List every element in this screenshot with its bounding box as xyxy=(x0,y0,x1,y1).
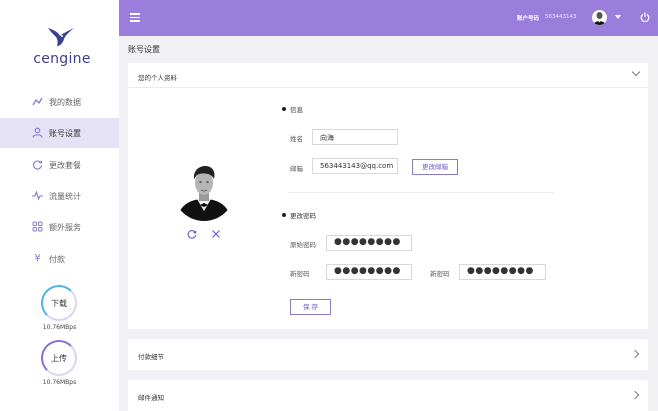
name-label: 姓名 xyxy=(290,135,303,143)
sidebar-item-label: 流量统计 xyxy=(49,192,81,201)
logo: cengine xyxy=(30,24,90,69)
payment-details-card[interactable]: 付款细节 xyxy=(128,339,648,370)
chart-line-icon xyxy=(32,96,43,107)
old-password-label: 原始密码 xyxy=(290,241,316,249)
info-section-title: 信息 xyxy=(290,106,303,114)
pulse-icon xyxy=(32,190,43,201)
email-label: 邮箱 xyxy=(290,165,303,173)
bullet-icon xyxy=(282,107,286,111)
sidebar: cengine 我的数据 账号设置 更改套餐 流量统计 额外服务 ¥ 付款 下载… xyxy=(0,0,119,411)
sidebar-item-label: 我的数据 xyxy=(49,98,81,107)
sidebar-item-label: 更改套餐 xyxy=(49,161,81,170)
grid-icon xyxy=(32,221,43,232)
name-field[interactable]: 向海 xyxy=(312,129,398,145)
page-title: 账号设置 xyxy=(128,45,160,54)
confirm-password-field[interactable]: ●●●●●●●● xyxy=(459,264,546,280)
old-password-field[interactable]: ●●●●●●●● xyxy=(326,235,412,251)
refresh-icon xyxy=(32,159,43,170)
sidebar-item-account-settings[interactable]: 账号设置 xyxy=(0,118,119,148)
sidebar-item-payment[interactable]: ¥ 付款 xyxy=(0,244,119,274)
change-email-button[interactable]: 更改邮箱 xyxy=(412,159,458,175)
mail-notification-card[interactable]: 邮件通知 xyxy=(128,380,648,411)
new-password-label: 新密码 xyxy=(290,270,310,278)
close-icon[interactable] xyxy=(211,229,221,239)
upload-speed: 10.76MBps xyxy=(42,379,77,386)
profile-photo xyxy=(173,159,235,221)
chevron-right-icon[interactable] xyxy=(630,390,640,400)
power-icon[interactable] xyxy=(640,12,650,23)
email-field[interactable]: 563443143@qq.com xyxy=(312,158,398,174)
profile-card-header[interactable]: 您的个人资料 xyxy=(128,63,648,87)
new-password-field[interactable]: ●●●●●●●● xyxy=(326,264,412,280)
avatar[interactable] xyxy=(592,10,607,25)
download-button[interactable]: 下载 xyxy=(41,285,77,321)
chevron-down-icon[interactable] xyxy=(631,67,641,77)
confirm-password-label: 新密码 xyxy=(430,270,450,278)
top-bar: 账户号码 563443143 xyxy=(119,0,658,36)
sidebar-item-label: 额外服务 xyxy=(49,223,81,232)
password-section-title: 更改密码 xyxy=(290,212,316,220)
logo-text: cengine xyxy=(33,51,91,67)
upload-label: 上传 xyxy=(51,354,67,363)
payment-details-title: 付款细节 xyxy=(138,353,164,361)
chevron-down-icon[interactable] xyxy=(615,15,621,19)
divider xyxy=(288,192,554,193)
profile-card-title: 您的个人资料 xyxy=(138,74,177,82)
account-number-value: 563443143 xyxy=(545,14,577,20)
hummingbird-icon xyxy=(48,28,74,46)
divider xyxy=(128,87,648,88)
download-label: 下载 xyxy=(51,299,67,308)
user-icon xyxy=(32,127,43,138)
hamburger-menu-icon[interactable] xyxy=(130,13,140,22)
refresh-icon[interactable] xyxy=(187,229,197,239)
chevron-right-icon[interactable] xyxy=(630,349,640,359)
upload-button[interactable]: 上传 xyxy=(41,340,77,376)
sidebar-item-traffic-stats[interactable]: 流量统计 xyxy=(0,181,119,211)
bullet-icon xyxy=(282,213,286,217)
account-number-label: 账户号码 xyxy=(517,16,540,22)
sidebar-item-extra-services[interactable]: 额外服务 xyxy=(0,212,119,242)
sidebar-item-label: 付款 xyxy=(49,255,65,264)
profile-card: 您的个人资料 信息 姓名 向海 邮箱 563443143@qq.com 更改邮箱… xyxy=(128,63,648,329)
yen-icon: ¥ xyxy=(34,253,41,264)
mail-notification-title: 邮件通知 xyxy=(138,394,164,402)
save-button[interactable]: 保 存 xyxy=(290,299,331,315)
sidebar-item-change-plan[interactable]: 更改套餐 xyxy=(0,150,119,180)
download-speed: 10.76MBps xyxy=(42,324,77,331)
sidebar-item-my-data[interactable]: 我的数据 xyxy=(0,87,119,117)
sidebar-item-label: 账号设置 xyxy=(49,129,81,138)
